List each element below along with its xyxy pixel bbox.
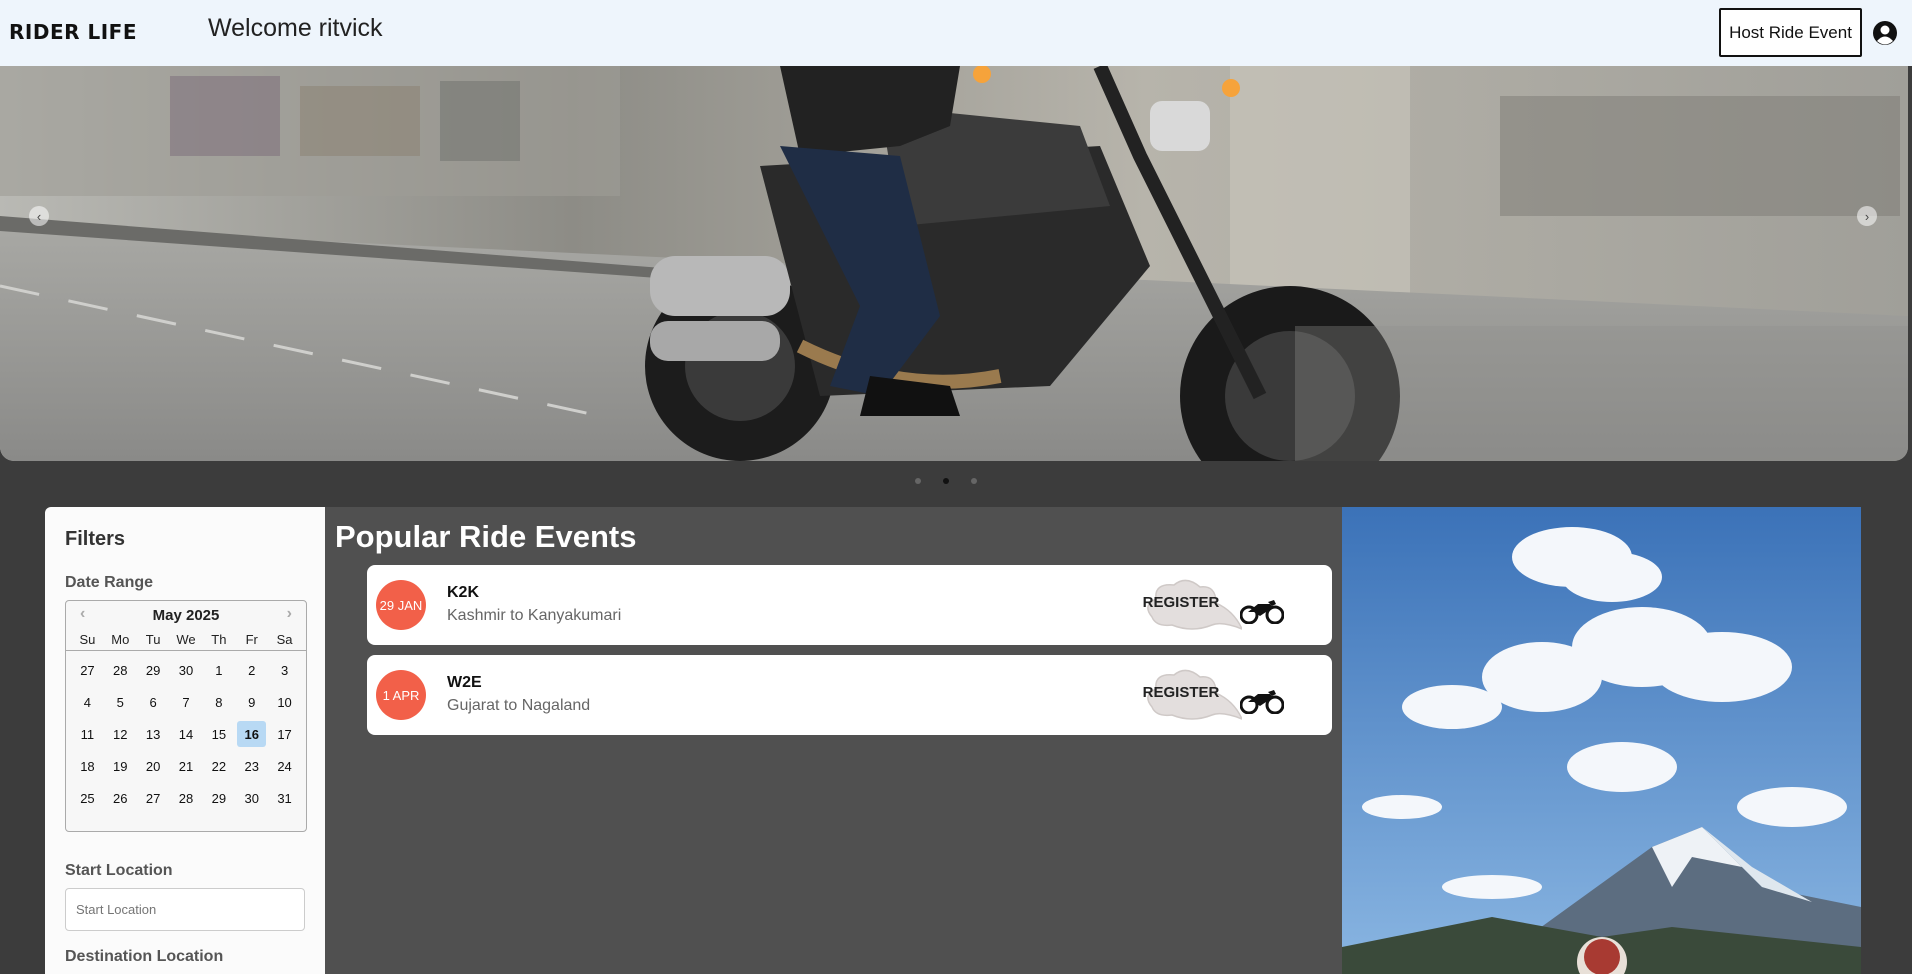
calendar-day[interactable]: 7: [172, 689, 201, 715]
calendar-day[interactable]: 29: [139, 657, 168, 683]
calendar-days: 27 28 29 30 1 2 3 4 5 6 7 8 9 10 11 12 13 14 15 16 17 18 19 20 2…: [66, 651, 306, 811]
calendar-day[interactable]: 26: [106, 785, 135, 811]
carousel-dot[interactable]: [971, 478, 977, 484]
register-label: REGISTER: [1142, 594, 1220, 611]
calendar-day[interactable]: 27: [139, 785, 168, 811]
event-name: K2K: [447, 584, 480, 601]
calendar-day[interactable]: 11: [73, 721, 102, 747]
mountain-promo-image: [1342, 507, 1861, 974]
calendar-month-label: May 2025: [152, 606, 220, 624]
calendar-day[interactable]: 14: [172, 721, 201, 747]
calendar-day-selected[interactable]: 16: [237, 721, 267, 747]
calendar-day[interactable]: 18: [73, 753, 102, 779]
carousel-prev-button[interactable]: ‹: [29, 206, 49, 226]
carousel-dot-active[interactable]: [943, 478, 949, 484]
event-route: Gujarat to Nagaland: [447, 697, 591, 714]
event-date-badge: 1 APR: [376, 670, 426, 720]
hero-carousel: ‹ ›: [0, 66, 1908, 461]
calendar-day[interactable]: 20: [139, 753, 168, 779]
register-button[interactable]: REGISTER: [1142, 575, 1244, 631]
calendar-day[interactable]: 24: [270, 753, 299, 779]
calendar-day[interactable]: 27: [73, 657, 102, 683]
calendar-day[interactable]: 4: [73, 689, 102, 715]
calendar-day[interactable]: 29: [204, 785, 233, 811]
calendar-day[interactable]: 19: [106, 753, 135, 779]
calendar-day[interactable]: 25: [73, 785, 102, 811]
chevron-right-icon: ›: [1864, 208, 1870, 224]
filters-title: Filters: [65, 528, 126, 550]
carousel-indicators: [915, 478, 977, 484]
date-range-calendar: ‹ May 2025 › Su Mo Tu We Th Fr Sa 27 28 29 30 1 2 3 4…: [65, 600, 307, 832]
destination-location-label: Destination Location: [65, 948, 224, 965]
calendar-day[interactable]: 9: [237, 689, 266, 715]
app-logo[interactable]: RIDER LIFE: [9, 20, 137, 44]
calendar-day[interactable]: 30: [237, 785, 266, 811]
event-card[interactable]: 29 JAN K2K Kashmir to Kanyakumari REGIST…: [367, 565, 1332, 645]
start-location-label: Start Location: [65, 862, 173, 879]
user-circle-icon[interactable]: [1872, 20, 1898, 46]
calendar-day[interactable]: 22: [204, 753, 233, 779]
date-range-label: Date Range: [65, 574, 154, 591]
register-label: REGISTER: [1142, 684, 1220, 701]
calendar-day[interactable]: 8: [204, 689, 233, 715]
weekday-label: We: [176, 632, 196, 647]
host-ride-event-button[interactable]: Host Ride Event: [1719, 8, 1862, 57]
calendar-day[interactable]: 28: [172, 785, 201, 811]
motorcycle-banner-image: [0, 66, 1908, 461]
motorcycle-icon: [1240, 690, 1284, 714]
calendar-header: ‹ May 2025 ›: [66, 601, 306, 629]
chevron-left-icon: ‹: [36, 208, 42, 224]
calendar-next-month-button[interactable]: ›: [287, 605, 292, 623]
calendar-day[interactable]: 1: [204, 657, 233, 683]
calendar-prev-month-button[interactable]: ‹: [80, 605, 85, 623]
event-route: Kashmir to Kanyakumari: [447, 607, 622, 624]
welcome-message: Welcome ritvick: [208, 14, 383, 42]
motorcycle-icon: [1240, 600, 1284, 624]
calendar-day[interactable]: 3: [270, 657, 299, 683]
mountain-sky-illustration: [1342, 507, 1861, 974]
event-name: W2E: [447, 674, 482, 691]
calendar-day[interactable]: 30: [172, 657, 201, 683]
calendar-weekdays: Su Mo Tu We Th Fr Sa: [66, 629, 306, 651]
carousel-dot[interactable]: [915, 478, 921, 484]
weekday-label: Mo: [111, 632, 130, 647]
calendar-day[interactable]: 23: [237, 753, 266, 779]
event-date-badge: 29 JAN: [376, 580, 426, 630]
weekday-label: Tu: [145, 632, 161, 647]
start-location-input[interactable]: [65, 888, 305, 931]
calendar-day[interactable]: 28: [106, 657, 135, 683]
carousel-next-button[interactable]: ›: [1857, 206, 1877, 226]
calendar-day[interactable]: 12: [106, 721, 135, 747]
calendar-day[interactable]: 10: [270, 689, 299, 715]
weekday-label: Fr: [245, 632, 258, 647]
filters-panel: Filters Date Range ‹ May 2025 › Su Mo Tu We…: [45, 507, 325, 974]
calendar-day[interactable]: 13: [139, 721, 168, 747]
calendar-day[interactable]: 21: [172, 753, 201, 779]
calendar-day[interactable]: 15: [204, 721, 233, 747]
calendar-day[interactable]: 2: [237, 657, 266, 683]
event-card[interactable]: 1 APR W2E Gujarat to Nagaland REGISTER: [367, 655, 1332, 735]
weekday-label: Th: [211, 632, 227, 647]
events-panel: Popular Ride Events 29 JAN K2K Kashmir t…: [325, 507, 1342, 974]
register-button[interactable]: REGISTER: [1142, 665, 1244, 721]
weekday-label: Su: [79, 632, 96, 647]
top-navbar: RIDER LIFE Welcome ritvick Host Ride Eve…: [0, 0, 1912, 66]
weekday-label: Sa: [276, 632, 293, 647]
calendar-day[interactable]: 5: [106, 689, 135, 715]
calendar-day[interactable]: 17: [270, 721, 299, 747]
events-title: Popular Ride Events: [335, 519, 637, 554]
calendar-day[interactable]: 31: [270, 785, 299, 811]
calendar-day[interactable]: 6: [139, 689, 168, 715]
